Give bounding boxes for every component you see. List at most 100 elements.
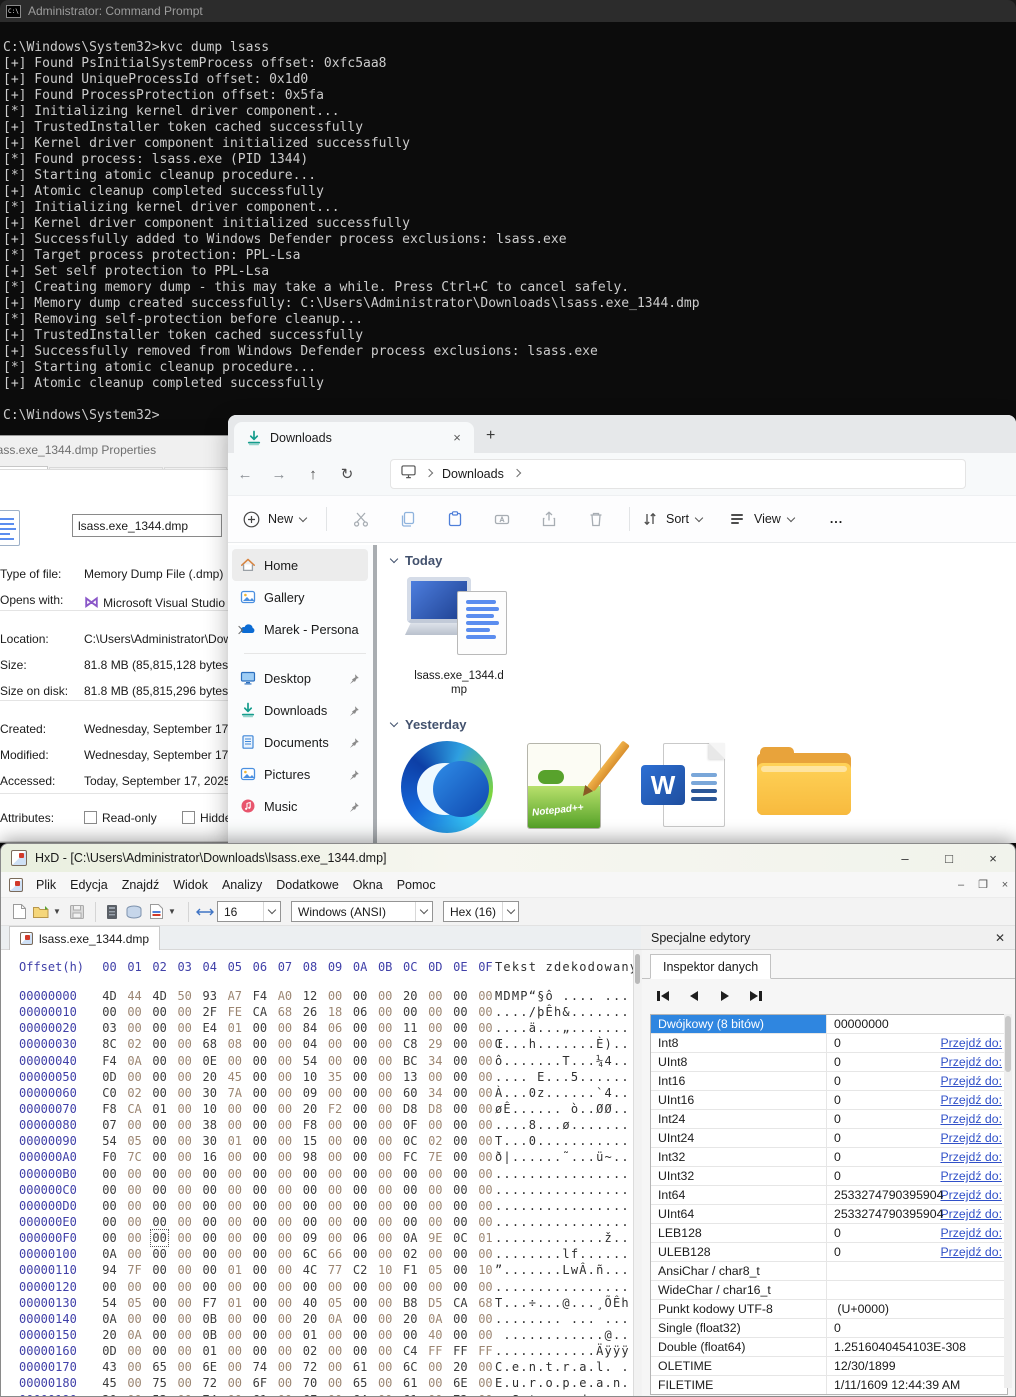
hex-byte[interactable]: 00 — [302, 1182, 319, 1198]
hex-byte[interactable]: 00 — [251, 1182, 268, 1198]
hex-byte[interactable]: 00 — [251, 1311, 268, 1327]
hex-byte[interactable]: 05 — [427, 1262, 444, 1278]
hex-byte[interactable]: 00 — [427, 1069, 444, 1085]
hex-byte[interactable]: F1 — [402, 1262, 419, 1278]
hex-byte[interactable]: C0 — [101, 1085, 118, 1101]
hex-byte[interactable]: 00 — [302, 1279, 319, 1295]
hex-byte[interactable]: 00 — [101, 1214, 118, 1230]
hex-byte[interactable]: 00 — [151, 1262, 168, 1278]
hex-byte[interactable]: 40 — [302, 1295, 319, 1311]
hex-byte[interactable]: 00 — [276, 1279, 293, 1295]
hex-byte[interactable]: 00 — [276, 1311, 293, 1327]
sidebar-item-pictures[interactable]: Pictures — [232, 758, 368, 790]
hex-byte[interactable]: F8 — [302, 1117, 319, 1133]
hex-byte[interactable]: 0D — [101, 1069, 118, 1085]
hex-byte[interactable]: 00 — [251, 1149, 268, 1165]
hex-byte[interactable]: C4 — [402, 1343, 419, 1359]
hex-byte[interactable]: 84 — [302, 1020, 319, 1036]
hex-byte[interactable]: 01 — [226, 1262, 243, 1278]
hex-byte[interactable]: 00 — [276, 1133, 293, 1149]
hex-byte[interactable]: 00 — [226, 1375, 243, 1391]
hex-byte[interactable]: 00 — [151, 1149, 168, 1165]
hex-byte[interactable]: 0B — [201, 1327, 218, 1343]
hex-byte[interactable]: 00 — [452, 1133, 469, 1149]
hex-byte[interactable]: 00 — [226, 1182, 243, 1198]
hex-byte[interactable]: CA — [251, 1004, 268, 1020]
hex-byte[interactable]: A0 — [276, 988, 293, 1004]
hex-byte[interactable]: 00 — [377, 1343, 394, 1359]
hex-byte[interactable]: 00 — [427, 1020, 444, 1036]
hex-byte[interactable]: 00 — [327, 1375, 344, 1391]
hex-byte[interactable]: 00 — [276, 1327, 293, 1343]
hex-byte[interactable]: 00 — [327, 1343, 344, 1359]
hex-byte[interactable]: 00 — [101, 1279, 118, 1295]
hex-byte[interactable]: 00 — [352, 1117, 369, 1133]
hex-byte[interactable]: 13 — [402, 1069, 419, 1085]
hex-byte[interactable]: 0A — [427, 1311, 444, 1327]
hex-byte[interactable]: 00 — [226, 1230, 243, 1246]
file-notepadpp[interactable]: Notepad++ — [521, 741, 615, 833]
inspector-scrollbar-thumb[interactable] — [1005, 1016, 1011, 1072]
tab-data-inspector[interactable]: Inspektor danych — [650, 954, 771, 979]
hex-byte[interactable]: 20 — [402, 1311, 419, 1327]
hex-byte[interactable]: 02 — [126, 1036, 143, 1052]
hex-byte[interactable]: 00 — [477, 1359, 494, 1375]
hex-byte[interactable]: 4C — [302, 1262, 319, 1278]
hex-byte[interactable]: 00 — [377, 1279, 394, 1295]
hex-byte[interactable]: 00 — [276, 1166, 293, 1182]
hex-byte[interactable]: 16 — [201, 1149, 218, 1165]
hex-byte[interactable]: 00 — [201, 1246, 218, 1262]
hex-byte[interactable]: 00 — [302, 1166, 319, 1182]
hex-byte[interactable]: 00 — [276, 1246, 293, 1262]
hex-byte[interactable]: 00 — [452, 1182, 469, 1198]
hex-byte[interactable]: 00 — [276, 1198, 293, 1214]
hex-byte[interactable]: 10 — [377, 1262, 394, 1278]
export-icon[interactable] — [146, 902, 166, 922]
hex-byte[interactable]: 7E — [427, 1149, 444, 1165]
hex-byte[interactable]: 00 — [151, 1198, 168, 1214]
hex-byte[interactable]: 00 — [251, 1085, 268, 1101]
hex-byte[interactable]: 00 — [276, 1359, 293, 1375]
hex-byte[interactable]: 00 — [327, 1133, 344, 1149]
hex-byte[interactable]: 00 — [477, 1101, 494, 1117]
hex-byte[interactable]: 00 — [477, 1020, 494, 1036]
hex-byte[interactable]: 00 — [377, 1214, 394, 1230]
hex-byte[interactable]: 00 — [452, 1279, 469, 1295]
hex-byte[interactable]: 00 — [452, 1020, 469, 1036]
hex-byte[interactable]: 00 — [427, 988, 444, 1004]
disk-view-icon[interactable] — [124, 902, 144, 922]
hex-byte[interactable]: 00 — [151, 1182, 168, 1198]
hex-byte[interactable]: 00 — [201, 1214, 218, 1230]
hex-byte[interactable]: 00 — [377, 1069, 394, 1085]
menu-item-widok[interactable]: Widok — [166, 875, 215, 895]
hex-byte[interactable]: 00 — [176, 1133, 193, 1149]
hex-byte[interactable]: 45 — [226, 1069, 243, 1085]
hex-byte[interactable]: 00 — [327, 1149, 344, 1165]
hex-byte[interactable]: 00 — [201, 1230, 218, 1246]
hex-byte[interactable]: 00 — [201, 1166, 218, 1182]
hex-byte[interactable]: 00 — [226, 1053, 243, 1069]
hex-byte[interactable]: 6C — [402, 1359, 419, 1375]
hex-byte[interactable]: 05 — [126, 1295, 143, 1311]
hex-byte[interactable]: 00 — [251, 1198, 268, 1214]
hex-byte[interactable]: 00 — [251, 1327, 268, 1343]
hex-byte[interactable]: 00 — [402, 1214, 419, 1230]
hex-byte[interactable]: 4D — [151, 988, 168, 1004]
hex-byte[interactable]: 00 — [477, 1198, 494, 1214]
hex-byte[interactable]: 06 — [352, 1230, 369, 1246]
hex-byte[interactable]: 0A — [126, 1327, 143, 1343]
hex-byte[interactable]: 00 — [226, 1311, 243, 1327]
hex-byte[interactable]: 00 — [151, 1020, 168, 1036]
hex-byte[interactable]: 0A — [327, 1311, 344, 1327]
hex-byte[interactable]: 20 — [101, 1327, 118, 1343]
hex-byte[interactable]: 00 — [327, 1392, 344, 1396]
hex-byte[interactable]: 00 — [452, 1166, 469, 1182]
hex-byte[interactable]: 00 — [377, 1359, 394, 1375]
inspector-scrollbar[interactable] — [1004, 1014, 1012, 1388]
hex-byte[interactable]: 00 — [101, 1166, 118, 1182]
sidebar-item-desktop[interactable]: Desktop — [232, 662, 368, 694]
hex-byte[interactable]: 00 — [377, 1311, 394, 1327]
rename-icon[interactable] — [492, 510, 511, 529]
hex-byte[interactable]: 38 — [201, 1117, 218, 1133]
hex-byte[interactable]: 00 — [226, 1166, 243, 1182]
